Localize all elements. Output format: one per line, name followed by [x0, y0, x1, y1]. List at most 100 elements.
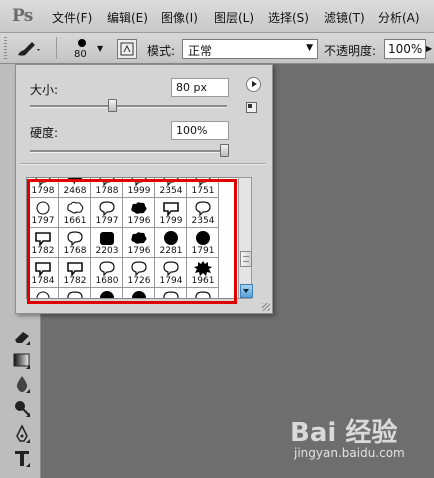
tool-flyout-indicator [26, 463, 30, 467]
brush-preset-cell[interactable]: 2354 [155, 178, 187, 198]
rect-outline-brush-icon [35, 262, 51, 276]
mode-select[interactable]: 正常 ▼ [182, 39, 318, 59]
brush-preset-cell[interactable]: 1796 [123, 198, 155, 228]
brush-preset-cell[interactable]: 1797 [91, 198, 123, 228]
brush-preset-size-label: 1751 [191, 186, 215, 196]
brush-preset-size-label: 1726 [127, 276, 151, 286]
brush-preset-cell[interactable]: 1680 [91, 258, 123, 288]
options-bar-grip[interactable] [4, 37, 7, 59]
menu-image[interactable]: 图像(I) [161, 9, 198, 26]
brush-preset-cell[interactable]: 1799 [155, 198, 187, 228]
brush-grid-scrollbar[interactable] [238, 177, 253, 299]
brush-preset-cell[interactable]: 1782 [27, 228, 59, 258]
menu-analysis[interactable]: 分析(A) [378, 9, 420, 26]
brush-preset-cell[interactable] [187, 288, 219, 298]
brush-preset-size-label: 1961 [191, 276, 215, 286]
brush-preset-size-label: 1680 [95, 276, 119, 286]
brush-preset-size-label: 1794 [159, 276, 183, 286]
panel-menu-arrow-icon[interactable] [246, 77, 261, 92]
brush-preset-cell[interactable]: 1726 [123, 258, 155, 288]
photoshop-logo: Ps [12, 6, 33, 26]
brush-preset-cell[interactable] [123, 288, 155, 298]
brush-preset-cell[interactable]: 1784 [27, 258, 59, 288]
brush-preset-size-label: 2468 [63, 186, 87, 196]
watermark-url: jingyan.baidu.com [294, 446, 405, 460]
panel-resize-grip[interactable] [262, 303, 270, 311]
options-separator [56, 37, 57, 59]
hardness-slider-track[interactable] [30, 150, 227, 153]
brush-preset-cell[interactable]: 2468 [59, 178, 91, 198]
eraser-tool[interactable] [12, 326, 32, 346]
brush-preset-cell[interactable]: 1999 [123, 178, 155, 198]
brush-tip-icon [78, 39, 86, 47]
mode-label: 模式: [147, 44, 176, 58]
brush-preset-cell[interactable]: 1751 [187, 178, 219, 198]
brush-preset-picker[interactable]: 80 ▼ [66, 36, 106, 62]
brush-preset-cell[interactable]: 1796 [123, 228, 155, 258]
opacity-input[interactable]: 100% [384, 39, 426, 59]
menu-select[interactable]: 选择(S) [268, 9, 309, 26]
rect-outline-brush-icon [67, 262, 83, 276]
rect-outline-brush-icon [35, 232, 51, 246]
brush-preset-cell[interactable] [27, 288, 59, 298]
brush-preset-cell[interactable]: 2203 [91, 228, 123, 258]
type-tool[interactable] [12, 448, 32, 468]
brush-preset-size-label: 1661 [63, 216, 87, 226]
tool-flyout-indicator [26, 365, 30, 369]
tool-flyout-indicator [26, 439, 30, 443]
brush-preset-cell[interactable]: 1768 [59, 228, 91, 258]
size-slider-thumb[interactable] [107, 99, 117, 112]
tool-flyout-indicator [26, 413, 30, 417]
tool-flyout-indicator [26, 389, 30, 393]
brush-preset-cell[interactable] [91, 288, 123, 298]
size-slider-track[interactable] [30, 105, 227, 108]
blur-tool[interactable] [12, 374, 32, 394]
brush-preset-cell[interactable] [59, 288, 91, 298]
hardness-slider-thumb[interactable] [220, 144, 229, 157]
brush-preset-size-label: 1797 [95, 216, 119, 226]
new-preset-icon[interactable] [246, 102, 257, 113]
size-value: 80 px [176, 81, 207, 94]
hardness-input[interactable]: 100% [171, 121, 229, 140]
brush-panel-toggle-button[interactable] [117, 39, 137, 59]
opacity-slider-toggle-icon[interactable]: ▶ [426, 44, 432, 53]
brush-preset-cell[interactable]: 2281 [155, 228, 187, 258]
brush-preset-size-label: 2354 [191, 216, 215, 226]
options-bar: 80 ▼ 模式: 正常 ▼ 不透明度: 100% ▶ [0, 33, 434, 64]
scrollbar-thumb[interactable] [240, 251, 252, 267]
brush-preset-cell[interactable]: 1798 [27, 178, 59, 198]
brush-preset-size-label: 2354 [159, 186, 183, 196]
circle-outline-brush-icon [36, 201, 50, 215]
gradient-tool[interactable] [12, 350, 32, 370]
menu-edit[interactable]: 编辑(E) [107, 9, 148, 26]
brush-preset-cell[interactable] [155, 288, 187, 298]
brush-preset-grid: 1798 2468 1788 1999 2354 1751 1797 1661 1797 1796… [26, 177, 239, 299]
speech-outline-brush-icon [99, 178, 115, 186]
brush-preset-cell[interactable]: 1661 [59, 198, 91, 228]
brush-preset-cell[interactable]: 1794 [155, 258, 187, 288]
brush-preset-size-label: 1784 [31, 276, 55, 286]
brush-preset-cell[interactable]: 1797 [27, 198, 59, 228]
circle-outline-brush-icon [36, 291, 50, 298]
speech-outline-brush-icon [131, 178, 147, 186]
brush-preset-cell[interactable]: 1961 [187, 258, 219, 288]
brush-preset-cell[interactable]: 1788 [91, 178, 123, 198]
opacity-value: 100% [388, 42, 423, 56]
size-label: 大小: [30, 83, 59, 97]
size-input[interactable]: 80 px [171, 78, 229, 97]
rect-outline-brush-icon [163, 202, 179, 216]
cloud-outline-brush-icon [67, 201, 84, 214]
dodge-tool[interactable] [12, 398, 32, 418]
panel-divider [20, 163, 266, 165]
brush-preset-cell[interactable]: 1791 [187, 228, 219, 258]
brush-preset-cell[interactable]: 1782 [59, 258, 91, 288]
menu-filter[interactable]: 滤镜(T) [324, 9, 365, 26]
pen-tool[interactable] [12, 424, 32, 444]
speech-outline-brush-icon [99, 261, 115, 276]
menu-file[interactable]: 文件(F) [52, 9, 92, 26]
brush-size-readout: 80 [74, 49, 87, 60]
menu-layer[interactable]: 图层(L) [214, 9, 254, 26]
scroll-down-arrow-icon[interactable] [240, 284, 253, 298]
tool-preset-picker[interactable] [14, 39, 42, 59]
brush-preset-cell[interactable]: 2354 [187, 198, 219, 228]
